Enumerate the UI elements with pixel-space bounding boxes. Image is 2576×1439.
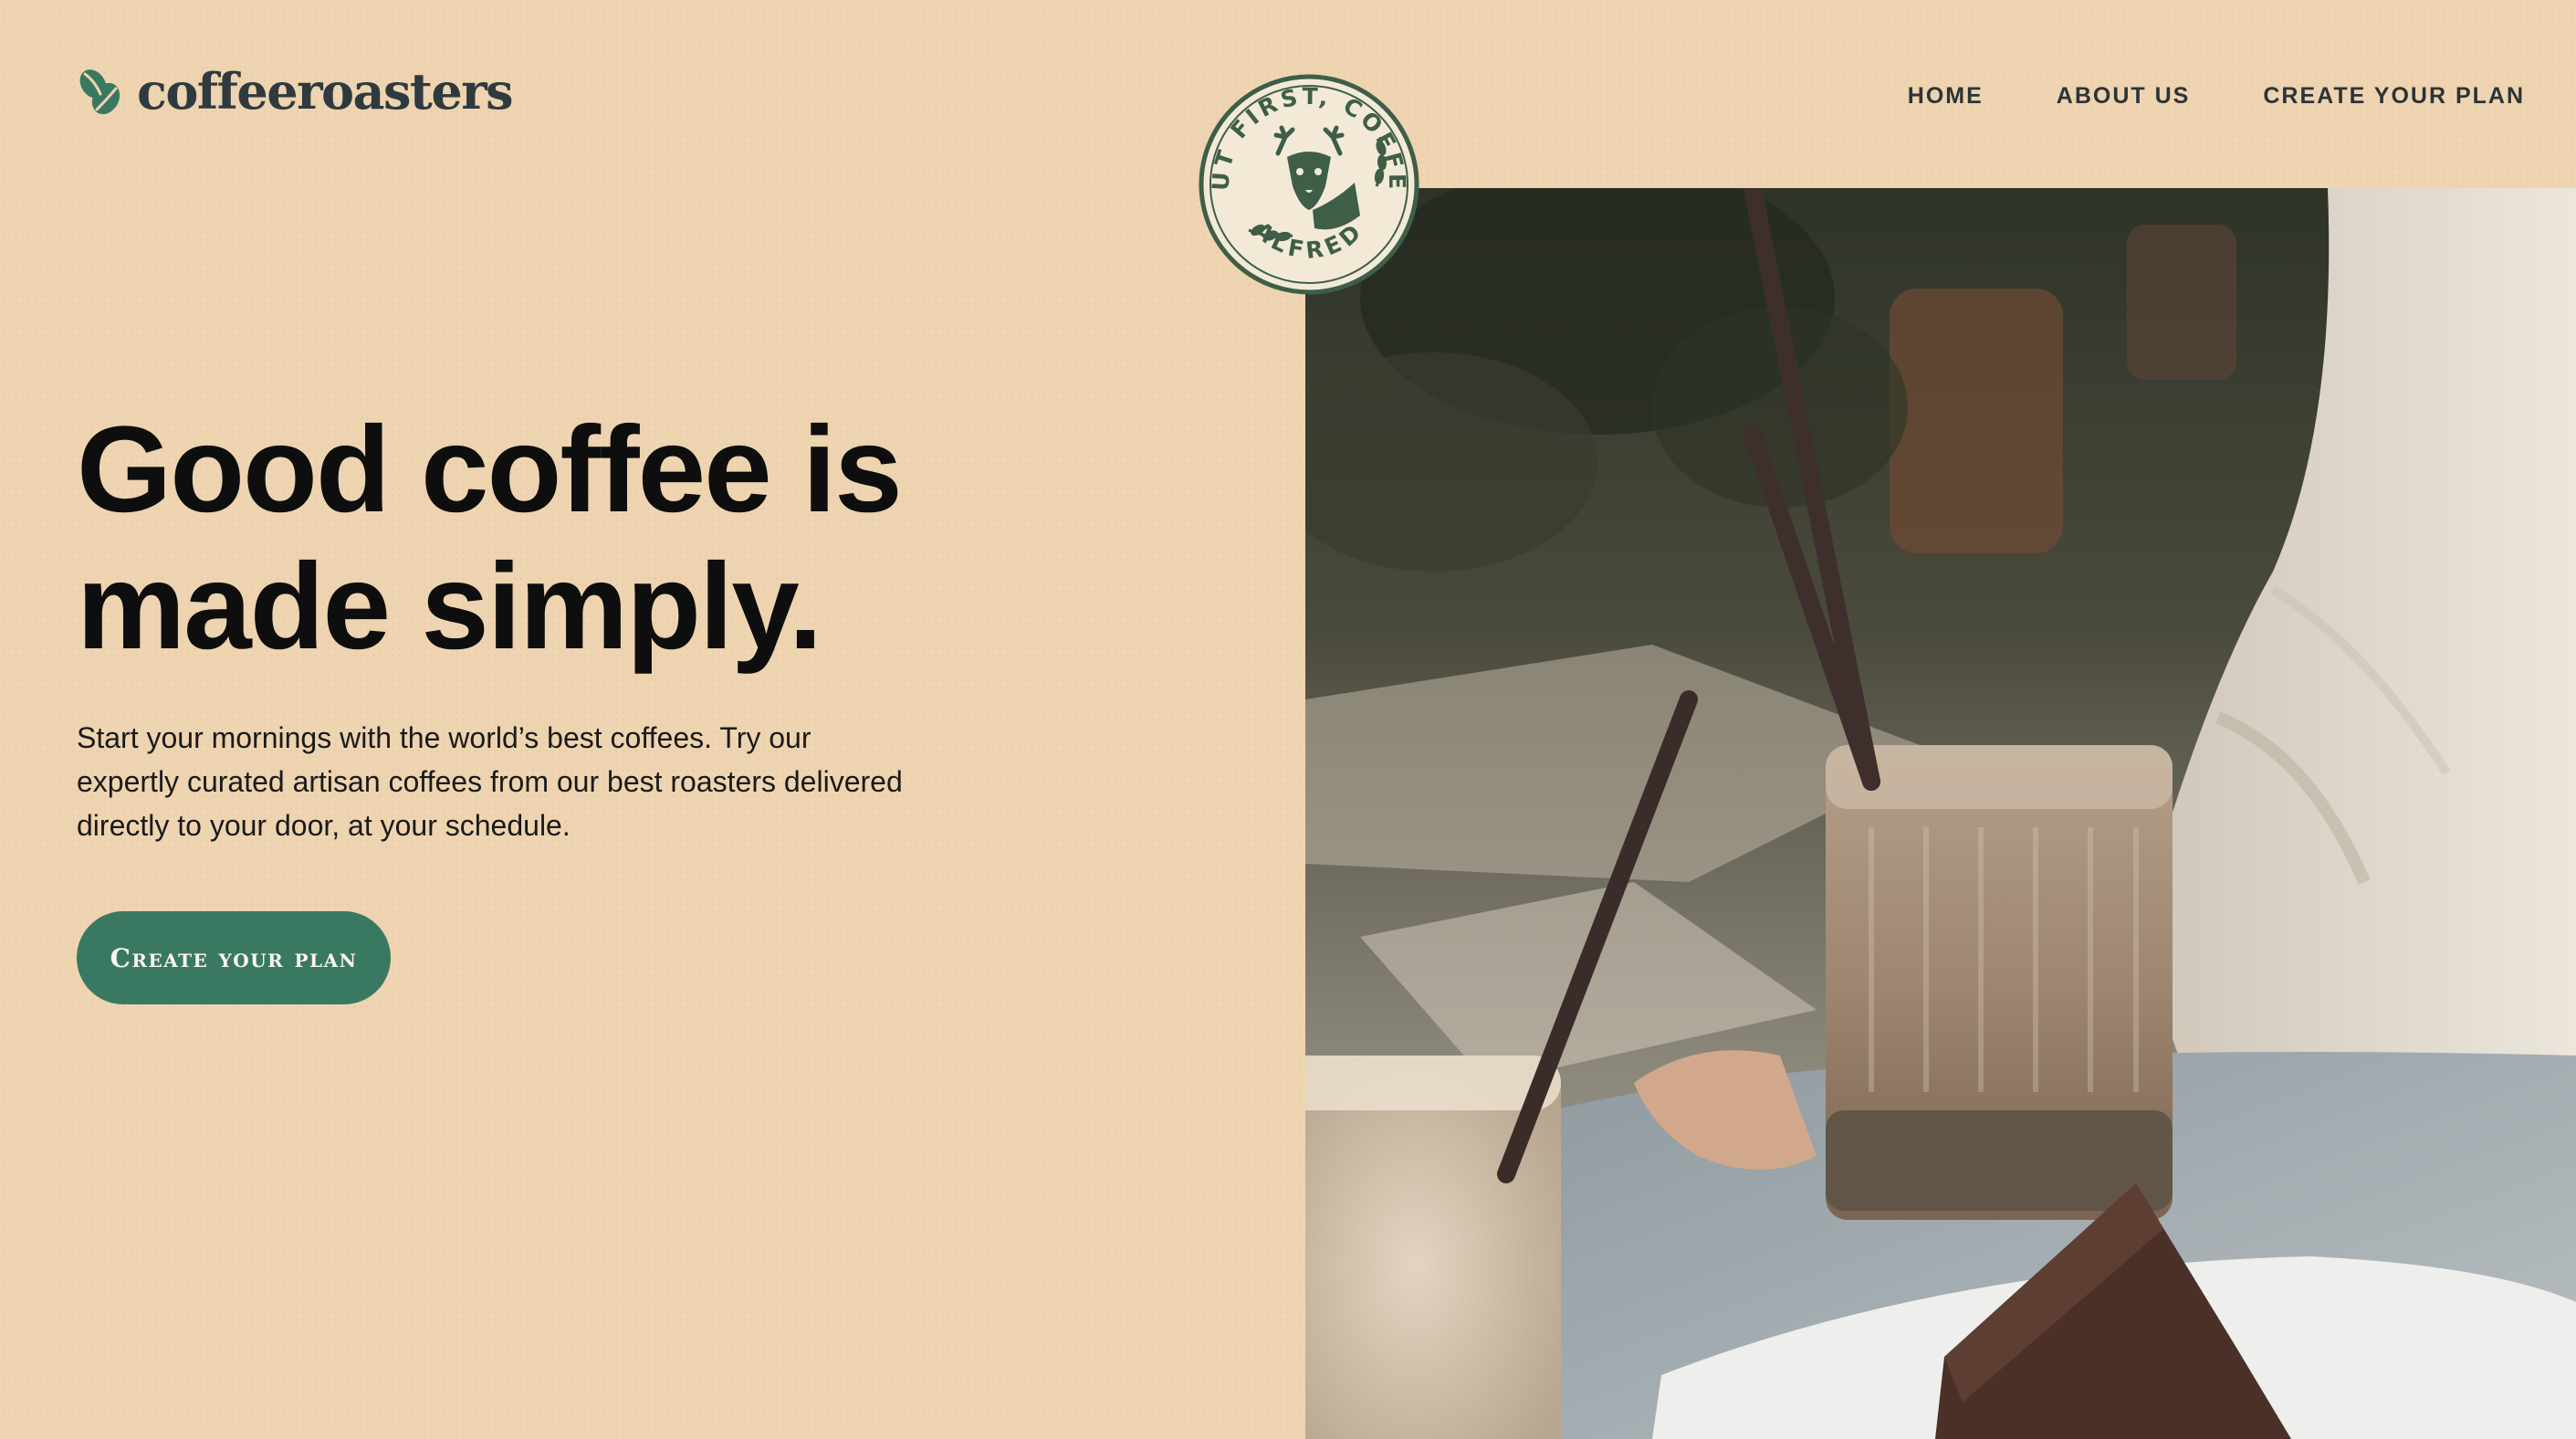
hero-description-line-3: directly to your door, at your schedule.: [77, 809, 571, 842]
hero-description-line-2: expertly curated artisan coffees from ou…: [77, 765, 903, 798]
coffee-badge: BUT FIRST, COFFEE ALFRED: [1198, 73, 1420, 296]
nav-create-your-plan[interactable]: CREATE YOUR PLAN: [2263, 82, 2525, 110]
hero-title: Good coffee is made simply.: [77, 402, 1081, 676]
iced-coffee-photo: [1305, 188, 2576, 1439]
brand-logo[interactable]: coffeeroasters: [77, 62, 514, 121]
hero-description-line-1: Start your mornings with the world’s bes…: [77, 721, 812, 754]
coffee-bean-icon: [79, 69, 120, 115]
nav-home[interactable]: HOME: [1908, 82, 1984, 110]
hero-title-line-1: Good coffee is: [77, 402, 903, 538]
hero-description: Start your mornings with the world’s bes…: [77, 716, 935, 847]
brand-name: coffeeroasters: [137, 62, 514, 121]
deer-badge-icon: BUT FIRST, COFFEE ALFRED: [1198, 73, 1419, 295]
hero-title-line-2: made simply.: [77, 539, 822, 675]
create-your-plan-button[interactable]: Create your plan: [77, 911, 391, 1004]
main-nav: HOME ABOUT US CREATE YOUR PLAN: [1908, 82, 2525, 110]
hero-image: [1305, 188, 2576, 1439]
nav-about-us[interactable]: ABOUT US: [2057, 82, 2191, 110]
